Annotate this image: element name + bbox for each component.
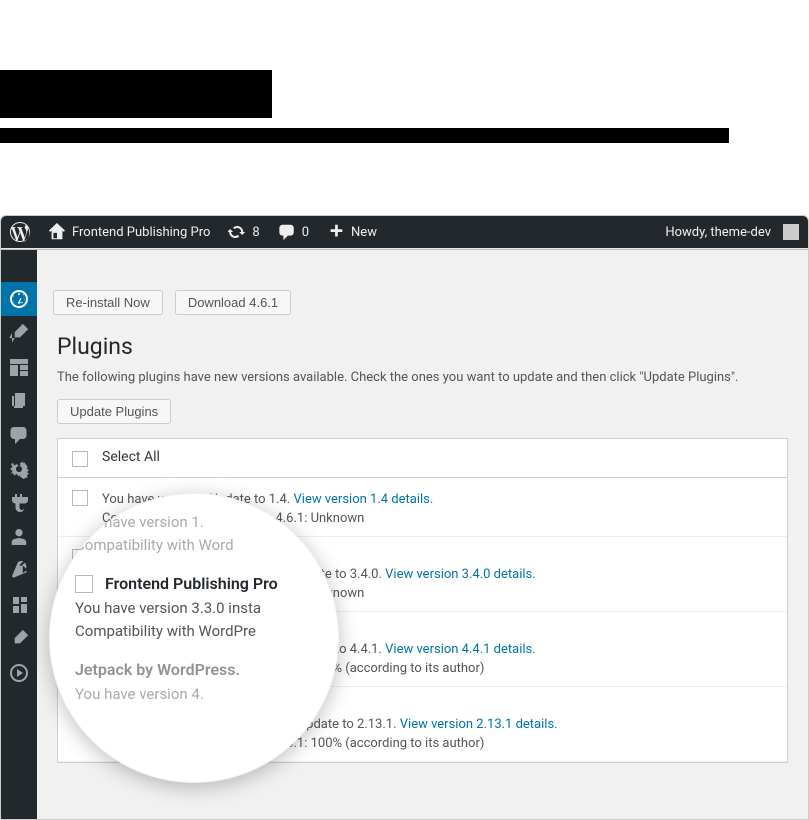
plugin-checkbox[interactable] xyxy=(72,490,88,506)
site-title: Frontend Publishing Pro xyxy=(72,225,210,240)
sidebar-plugins[interactable] xyxy=(1,486,37,520)
sidebar-dashboard[interactable] xyxy=(1,282,37,316)
updates-count: 8 xyxy=(252,225,259,240)
updates-link[interactable]: 8 xyxy=(219,216,268,248)
comments-count: 0 xyxy=(302,225,309,240)
select-all-label: Select All xyxy=(102,449,773,465)
sidebar-custom-1[interactable] xyxy=(1,622,37,656)
view-details-link[interactable]: View version 3.4.0 details. xyxy=(385,567,536,582)
sidebar-tools[interactable] xyxy=(1,554,37,588)
site-link[interactable]: Frontend Publishing Pro xyxy=(39,216,219,248)
view-details-link[interactable]: View version 1.4 details. xyxy=(294,492,434,507)
page-description: The following plugins have new versions … xyxy=(57,370,788,385)
sidebar-posts[interactable] xyxy=(1,316,37,350)
user-menu[interactable]: Howdy, theme-dev xyxy=(656,216,808,248)
comment-icon xyxy=(278,223,296,241)
view-details-link[interactable]: View version 2.13.1 details. xyxy=(400,717,558,732)
browser-window: Frontend Publishing Pro 8 0 New Howdy, t… xyxy=(0,215,809,820)
update-plugins-button[interactable]: Update Plugins xyxy=(57,399,171,424)
sidebar-appearance[interactable] xyxy=(1,452,37,486)
sidebar-media[interactable] xyxy=(1,350,37,384)
howdy-text: Howdy, theme-dev xyxy=(665,225,771,240)
sidebar-users[interactable] xyxy=(1,520,37,554)
redacted-text-line xyxy=(0,128,729,143)
comments-link[interactable]: 0 xyxy=(269,216,318,248)
sidebar-pages[interactable] xyxy=(1,384,37,418)
update-icon xyxy=(228,223,246,241)
new-label: New xyxy=(351,225,377,240)
view-details-link[interactable]: View version 4.4.1 details. xyxy=(385,642,536,657)
table-header-row: Select All xyxy=(58,439,787,478)
page-title: Plugins xyxy=(57,333,788,360)
magnifier-overlay: You have version 1. Compatibility with W… xyxy=(49,493,339,783)
sidebar-custom-2[interactable] xyxy=(1,656,37,690)
sidebar-comments[interactable] xyxy=(1,418,37,452)
download-button[interactable]: Download 4.6.1 xyxy=(175,290,291,315)
reinstall-button[interactable]: Re-install Now xyxy=(53,290,163,315)
mag-checkbox xyxy=(75,575,93,593)
sidebar-settings[interactable] xyxy=(1,588,37,622)
avatar xyxy=(783,224,799,240)
plus-icon xyxy=(327,223,345,241)
wp-core-update-notice: Re-install Now Download 4.6.1 xyxy=(37,282,808,329)
admin-sidebar xyxy=(1,250,37,819)
wp-logo-menu[interactable] xyxy=(1,216,39,248)
home-icon xyxy=(48,223,66,241)
main-content: Re-install Now Download 4.6.1 Plugins Th… xyxy=(37,250,808,819)
select-all-checkbox[interactable] xyxy=(72,451,88,467)
redacted-title-block xyxy=(0,70,272,118)
wp-admin-toolbar: Frontend Publishing Pro 8 0 New Howdy, t… xyxy=(1,216,808,248)
new-content-link[interactable]: New xyxy=(318,216,386,248)
